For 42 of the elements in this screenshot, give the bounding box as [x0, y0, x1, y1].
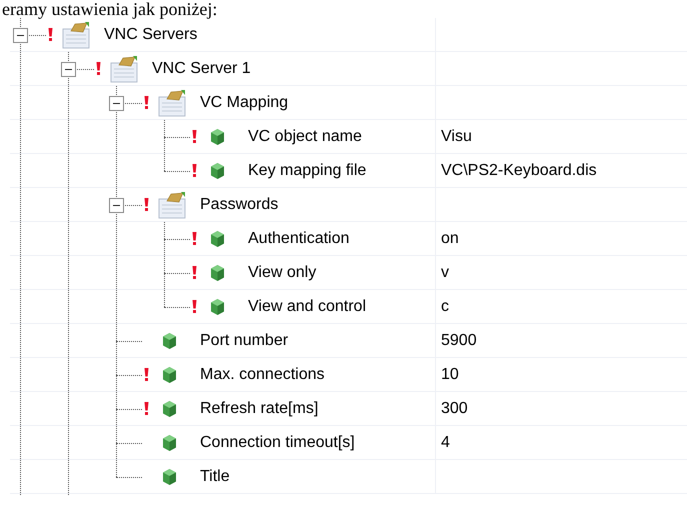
property-value: on: [441, 228, 459, 248]
gem-icon: [163, 434, 176, 450]
property-name: VC object name: [248, 126, 362, 146]
collapse-button[interactable]: [109, 96, 124, 111]
property-name: Max. connections: [200, 364, 325, 384]
property-name: View and control: [248, 296, 366, 316]
gem-icon: [211, 162, 224, 178]
caption-text: eramy ustawienia jak poniżej:: [1, 0, 218, 18]
list-card-icon: [158, 190, 186, 218]
gem-icon: [163, 332, 176, 348]
property-name: Title: [200, 466, 230, 486]
collapse-button[interactable]: [109, 198, 124, 213]
property-name: VNC Server 1: [152, 58, 251, 78]
gem-icon: [163, 468, 176, 484]
collapse-button[interactable]: [13, 28, 28, 43]
property-value: 300: [441, 398, 468, 418]
property-value: v: [441, 262, 449, 282]
property-name: Connection timeout[s]: [200, 432, 355, 452]
property-value: 4: [441, 432, 450, 452]
list-card-icon: [62, 20, 90, 48]
gem-icon: [163, 400, 176, 416]
property-name: VNC Servers: [104, 24, 198, 44]
property-value: VC\PS2-Keyboard.dis: [441, 160, 597, 180]
property-value: Visu: [441, 126, 472, 146]
gem-icon: [211, 264, 224, 280]
property-value: c: [441, 296, 449, 316]
collapse-button[interactable]: [61, 62, 76, 77]
property-name: Passwords: [200, 194, 278, 214]
gem-icon: [211, 230, 224, 246]
property-value: 5900: [441, 330, 477, 350]
property-name: Refresh rate[ms]: [200, 398, 318, 418]
property-name: Key mapping file: [248, 160, 366, 180]
gem-icon: [211, 298, 224, 314]
gem-icon: [163, 366, 176, 382]
property-name: View only: [248, 262, 316, 282]
property-name: VC Mapping: [200, 92, 288, 112]
list-card-icon: [158, 88, 186, 116]
property-name: Port number: [200, 330, 288, 350]
gem-icon: [211, 128, 224, 144]
property-name: Authentication: [248, 228, 350, 248]
list-card-icon: [110, 54, 138, 82]
property-value: 10: [441, 364, 459, 384]
